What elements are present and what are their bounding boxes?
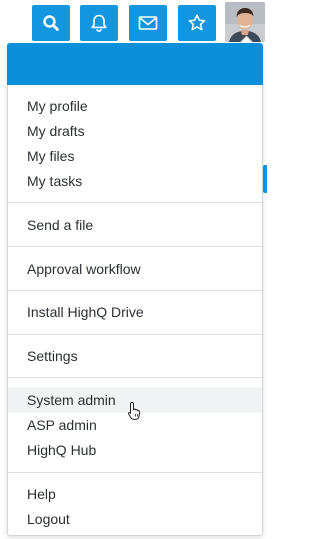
menu-item-install-highq-drive[interactable]: Install HighQ Drive [8,299,262,325]
background-page-edge [263,165,267,193]
menu-item-help[interactable]: Help [8,481,262,507]
menu-item-my-tasks[interactable]: My tasks [8,168,262,194]
dropdown-header-bar [7,43,263,85]
menu-divider [8,377,262,378]
menu-divider [8,202,262,203]
menu-item-send-a-file[interactable]: Send a file [8,212,262,238]
menu-divider [8,334,262,335]
menu-item-settings[interactable]: Settings [8,343,262,369]
menu-item-highq-hub[interactable]: HighQ Hub [8,437,262,463]
bell-icon [91,14,107,32]
top-toolbar [0,0,267,46]
star-icon [188,14,206,31]
menu-item-approval-workflow[interactable]: Approval workflow [8,256,262,282]
menu-divider [8,472,262,473]
menu-item-logout[interactable]: Logout [8,506,262,532]
search-icon [43,15,59,31]
menu-divider [8,290,262,291]
menu-item-my-profile[interactable]: My profile [8,93,262,119]
envelope-icon [138,16,158,30]
search-button[interactable] [32,5,70,41]
messages-button[interactable] [129,5,167,41]
menu-item-my-drafts[interactable]: My drafts [8,118,262,144]
user-menu-dropdown: My profile My drafts My files My tasks S… [7,35,263,536]
menu-item-my-files[interactable]: My files [8,143,262,169]
notifications-button[interactable] [80,5,118,41]
menu-divider [8,246,262,247]
favorites-button[interactable] [178,5,216,41]
hand-cursor-icon [127,401,143,426]
